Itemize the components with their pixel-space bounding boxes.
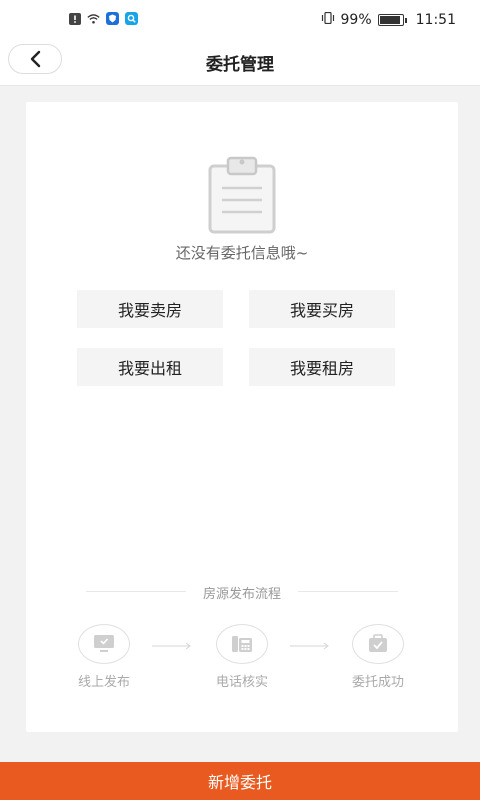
battery-level — [379, 16, 401, 24]
rent-out-button[interactable]: 我要出租 — [77, 348, 223, 386]
rent-house-button[interactable]: 我要租房 — [249, 348, 395, 386]
sell-house-button[interactable]: 我要卖房 — [77, 290, 223, 328]
arrow-right-icon — [152, 642, 191, 650]
search-app-icon — [125, 12, 138, 25]
divider-right — [298, 591, 398, 592]
step-label: 电话核实 — [215, 675, 268, 690]
nav-bar: 委托管理 — [0, 40, 480, 86]
briefcase-check-icon — [369, 634, 387, 652]
status-bar: 99% 11:51 — [0, 0, 480, 40]
vibrate-icon — [321, 11, 335, 28]
notification-icons — [68, 12, 138, 25]
battery-icon — [377, 14, 407, 26]
wifi-icon — [87, 12, 100, 25]
arrow-right-icon — [290, 642, 329, 650]
process-step-verify: 电话核实 — [192, 624, 292, 690]
empty-message: 还没有委托信息哦~ — [175, 244, 309, 262]
buy-house-button[interactable]: 我要买房 — [249, 290, 395, 328]
step-label: 委托成功 — [351, 675, 404, 690]
clipboard-icon — [208, 156, 276, 234]
process-step-publish: 线上发布 — [54, 624, 154, 690]
process-title: 房源发布流程 — [202, 587, 281, 602]
clock: 11:51 — [415, 12, 456, 28]
add-entrust-button[interactable]: 新增委托 — [0, 762, 480, 800]
system-status: 99% 11:51 — [321, 11, 456, 28]
page-title: 委托管理 — [206, 55, 274, 75]
battery-percent: 99% — [340, 12, 372, 28]
shield-app-icon — [106, 12, 119, 25]
entrust-card: 还没有委托信息哦~ 我要卖房 我要买房 我要出租 我要租房 房源发布流程 线上发… — [26, 102, 458, 732]
process-step-success: 委托成功 — [328, 624, 428, 690]
monitor-icon — [94, 635, 114, 652]
alert-icon — [68, 12, 81, 25]
phone-icon — [232, 636, 252, 652]
step-label: 线上发布 — [77, 675, 130, 690]
